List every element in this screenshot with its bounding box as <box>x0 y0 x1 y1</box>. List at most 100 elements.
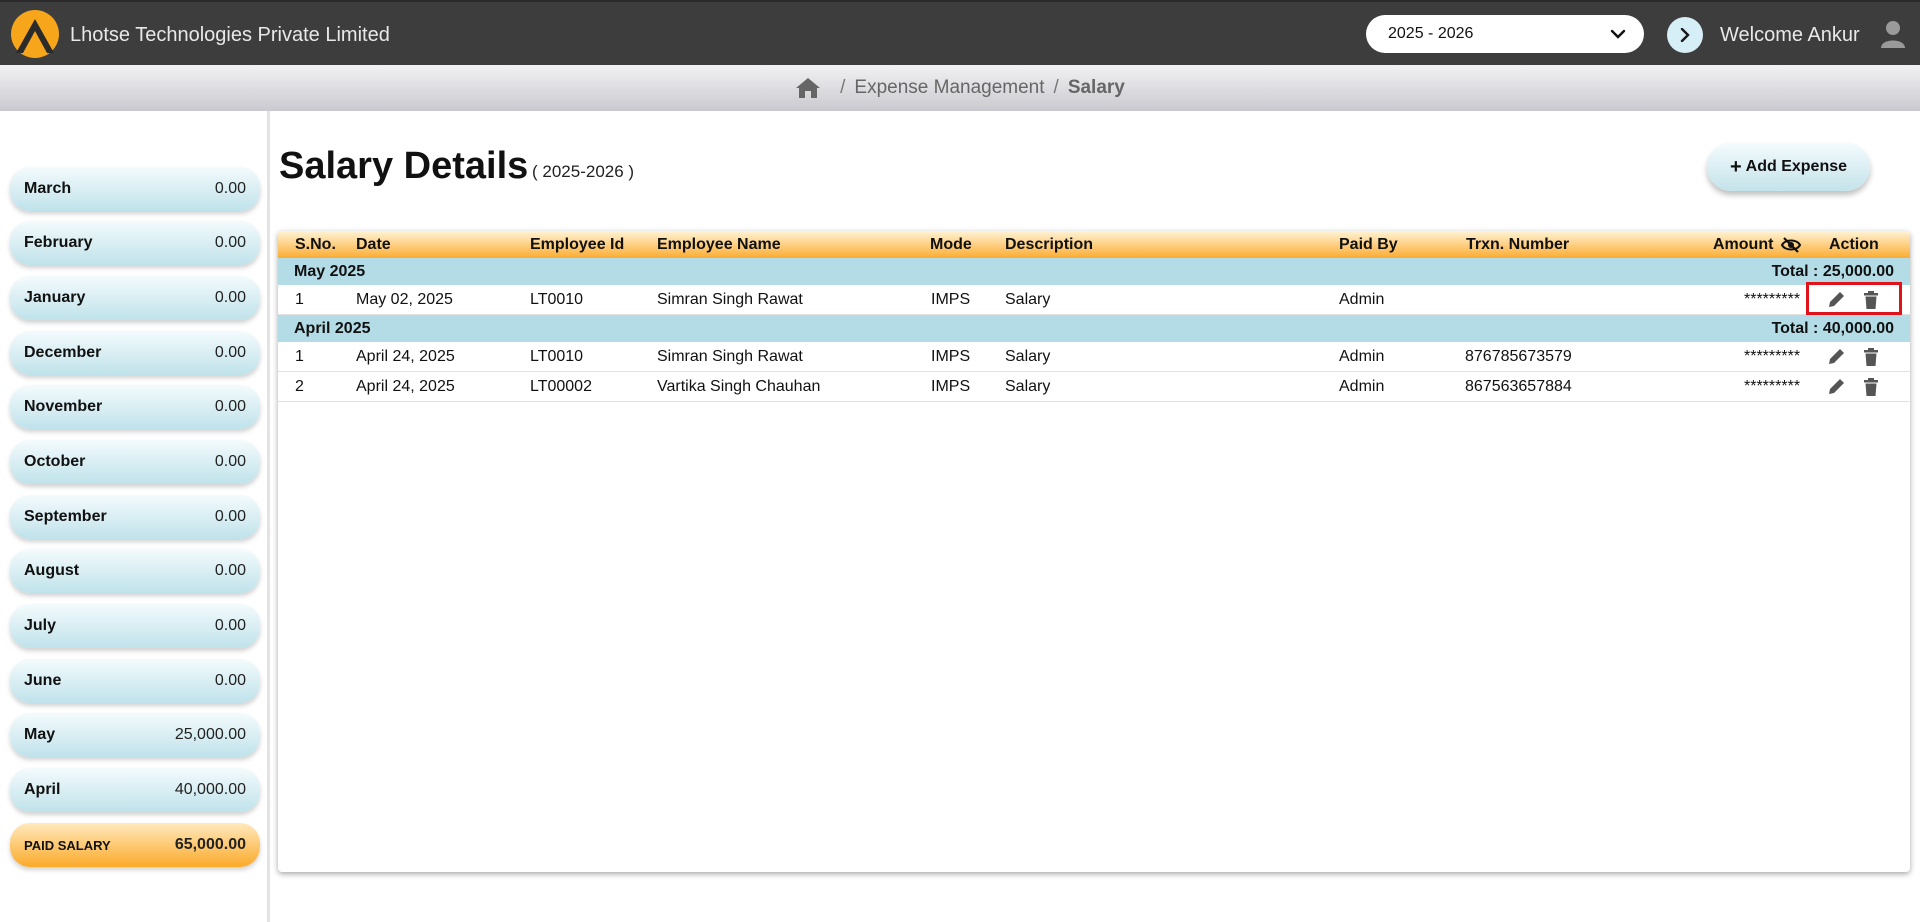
breadcrumb-expense-management[interactable]: Expense Management <box>854 77 1044 99</box>
col-trxn-number: Trxn. Number <box>1466 235 1570 253</box>
sidebar-month-july[interactable]: July 0.00 <box>10 604 260 648</box>
month-name: October <box>24 453 86 470</box>
month-name: March <box>24 180 72 197</box>
eye-slash-icon[interactable] <box>1781 236 1802 253</box>
cell-sno: 1 <box>295 290 304 308</box>
sidebar-month-december[interactable]: December 0.00 <box>10 331 260 375</box>
sidebar-month-april[interactable]: April 40,000.00 <box>10 768 260 812</box>
edit-button[interactable] <box>1826 372 1846 401</box>
cell-employee-name: Vartika Singh Chauhan <box>657 377 821 395</box>
month-name: January <box>24 289 86 306</box>
cell-description: Salary <box>1005 290 1051 308</box>
col-amount: Amount <box>1713 231 1802 258</box>
month-value: 0.00 <box>214 617 246 634</box>
delete-button[interactable] <box>1861 372 1881 401</box>
paid-salary-total: PAID SALARY 65,000.00 <box>10 823 260 867</box>
delete-button[interactable] <box>1861 342 1881 371</box>
sidebar-month-january[interactable]: January 0.00 <box>10 276 260 320</box>
cell-mode: IMPS <box>931 347 971 365</box>
cell-paid-by: Admin <box>1339 377 1385 395</box>
user-icon[interactable] <box>1880 20 1906 48</box>
cell-trxn-number: 876785673579 <box>1465 347 1572 365</box>
month-name: September <box>24 508 107 525</box>
table-row: 1 April 24, 2025 LT0010 Simran Singh Raw… <box>278 342 1910 372</box>
cell-trxn-number: 867563657884 <box>1465 377 1572 395</box>
cell-employee-id: LT0010 <box>530 290 584 308</box>
sidebar-month-september[interactable]: September 0.00 <box>10 495 260 539</box>
breadcrumb-separator: / <box>840 77 846 98</box>
breadcrumb-current: Salary <box>1067 77 1125 98</box>
plus-icon: + <box>1729 155 1742 178</box>
col-sno: S.No. <box>295 235 336 253</box>
group-total: Total : 25,000.00 <box>1771 262 1894 280</box>
table-row: 2 April 24, 2025 LT00002 Vartika Singh C… <box>278 372 1910 402</box>
sidebar-month-october[interactable]: October 0.00 <box>10 440 260 484</box>
sidebar-month-november[interactable]: November 0.00 <box>10 385 260 429</box>
cell-employee-name: Simran Singh Rawat <box>657 347 803 365</box>
month-value: 0.00 <box>214 180 246 197</box>
financial-year-select[interactable]: 2025 - 2026 <box>1366 15 1644 53</box>
month-name: April <box>24 781 61 798</box>
group-label: May 2025 <box>294 262 366 280</box>
add-expense-button[interactable]: + Add Expense <box>1707 143 1870 191</box>
cell-paid-by: Admin <box>1339 290 1385 308</box>
cell-description: Salary <box>1005 377 1051 395</box>
action-highlight-box <box>1806 282 1902 315</box>
company-name: Lhotse Technologies Private Limited <box>70 24 390 46</box>
group-row-may-2025: May 2025 Total : 25,000.00 <box>278 258 1910 285</box>
total-label: PAID SALARY <box>24 837 111 853</box>
month-name: July <box>24 617 57 634</box>
chevron-down-icon <box>1610 29 1626 39</box>
col-amount-label: Amount <box>1713 235 1774 253</box>
cell-mode: IMPS <box>931 290 971 308</box>
table-header: S.No. Date Employee Id Employee Name Mod… <box>278 231 1910 258</box>
cell-date: April 24, 2025 <box>356 347 455 365</box>
page-subtitle: ( 2025-2026 ) <box>532 162 635 181</box>
cell-employee-id: LT00002 <box>530 377 592 395</box>
col-date: Date <box>356 235 391 253</box>
month-value: 0.00 <box>214 672 246 689</box>
month-name: May <box>24 726 56 743</box>
col-employee-name: Employee Name <box>657 235 781 253</box>
top-bar: Lhotse Technologies Private Limited 2025… <box>0 0 1920 65</box>
cell-employee-name: Simran Singh Rawat <box>657 290 803 308</box>
cell-amount: ********* <box>1744 377 1801 395</box>
pencil-icon <box>1829 348 1844 364</box>
month-value: 0.00 <box>214 234 246 251</box>
cell-description: Salary <box>1005 347 1051 365</box>
cell-date: May 02, 2025 <box>356 290 453 308</box>
total-value: 65,000.00 <box>174 836 246 853</box>
sidebar-month-march[interactable]: March 0.00 <box>10 167 260 211</box>
group-total: Total : 40,000.00 <box>1771 319 1894 337</box>
sidebar-month-august[interactable]: August 0.00 <box>10 549 260 593</box>
table-row: 1 May 02, 2025 LT0010 Simran Singh Rawat… <box>278 285 1910 315</box>
month-value: 0.00 <box>214 344 246 361</box>
group-row-april-2025: April 2025 Total : 40,000.00 <box>278 315 1910 342</box>
month-value: 40,000.00 <box>174 781 246 798</box>
welcome-text: Welcome Ankur <box>1720 24 1860 46</box>
sidebar-month-may[interactable]: May 25,000.00 <box>10 713 260 757</box>
col-employee-id: Employee Id <box>530 235 625 253</box>
edit-button[interactable] <box>1826 342 1846 371</box>
breadcrumb-separator: / <box>1053 77 1059 98</box>
group-label: April 2025 <box>294 319 371 337</box>
cell-mode: IMPS <box>931 377 971 395</box>
page-title: Salary Details <box>279 145 529 187</box>
month-name: August <box>24 562 80 579</box>
cell-date: April 24, 2025 <box>356 377 455 395</box>
col-action: Action <box>1829 235 1879 253</box>
sidebar-month-february[interactable]: February 0.00 <box>10 221 260 265</box>
add-expense-label: Add Expense <box>1745 158 1848 175</box>
chevron-right-icon <box>1680 28 1690 42</box>
cell-employee-id: LT0010 <box>530 347 584 365</box>
go-button[interactable] <box>1667 17 1703 53</box>
cell-amount: ********* <box>1744 290 1801 308</box>
month-value: 0.00 <box>214 453 246 470</box>
home-icon[interactable] <box>795 77 821 99</box>
col-description: Description <box>1005 235 1094 253</box>
month-value: 0.00 <box>214 508 246 525</box>
month-value: 0.00 <box>214 562 246 579</box>
sidebar-month-june[interactable]: June 0.00 <box>10 659 260 703</box>
month-value: 25,000.00 <box>174 726 246 743</box>
month-name: February <box>24 234 93 251</box>
